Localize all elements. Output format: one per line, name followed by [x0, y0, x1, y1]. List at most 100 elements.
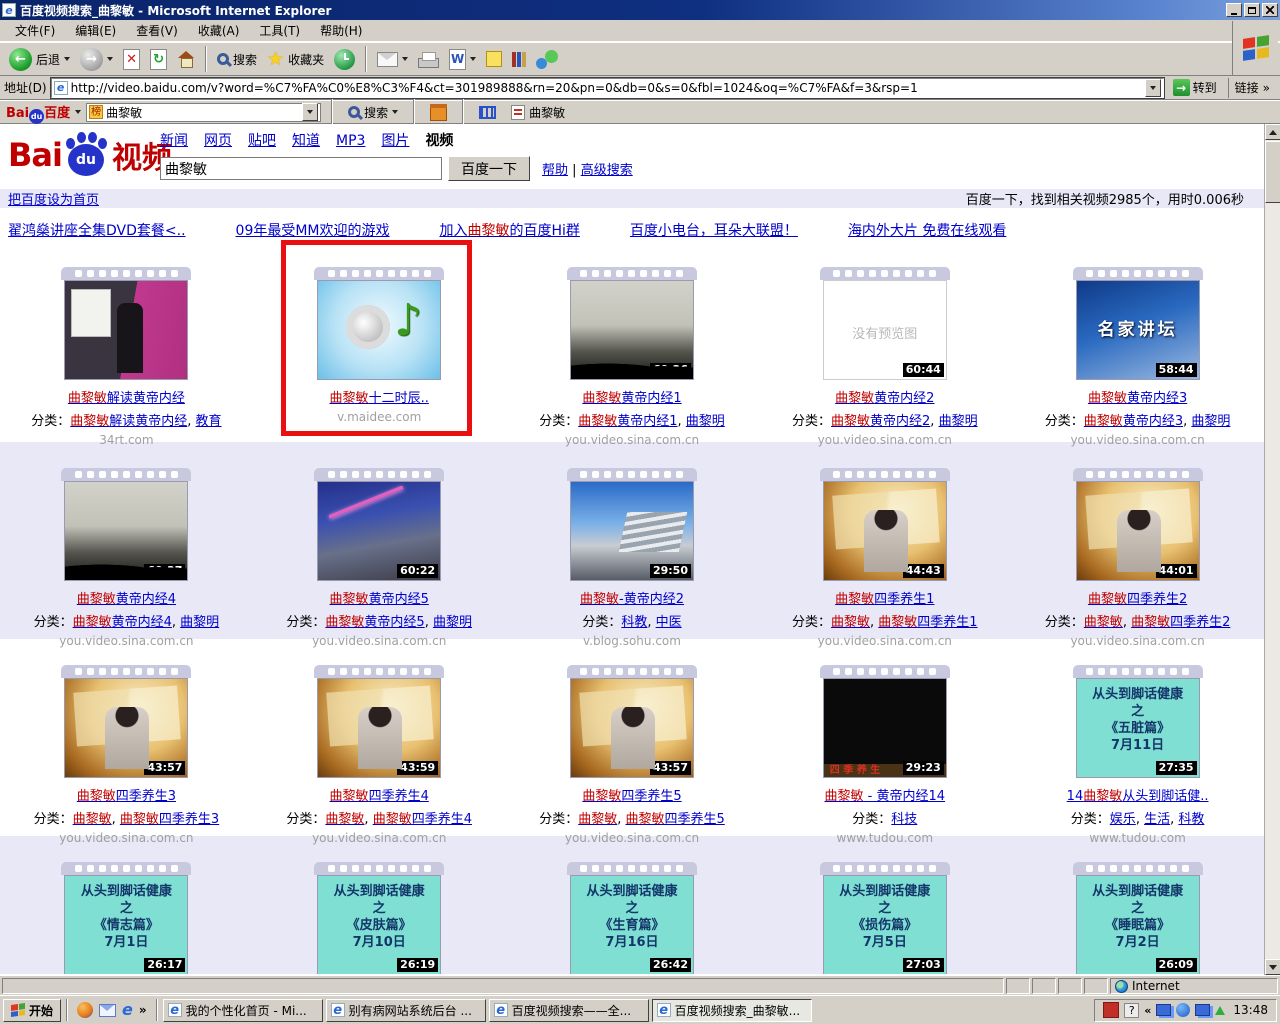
start-button[interactable]: 开始 [3, 999, 61, 1022]
video-thumbnail[interactable]: 44:01 [1076, 481, 1200, 581]
video-title-link[interactable]: 曲黎敏十二时辰.. [330, 387, 429, 406]
messenger-tray-icon[interactable] [1176, 1003, 1190, 1017]
category-link[interactable]: 教育 [196, 414, 222, 429]
sponsored-link[interactable]: 百度小电台，耳朵大联盟！ [630, 220, 798, 241]
category-link[interactable]: 曲黎敏 [73, 812, 112, 827]
category-link[interactable]: 曲黎敏四季养生4 [373, 812, 472, 827]
category-link[interactable]: 曲黎敏 [578, 812, 617, 827]
category-link[interactable]: 曲黎敏黄帝内经4 [73, 615, 172, 630]
taskbar-task[interactable]: 百度视频搜索_曲黎敏... [652, 999, 812, 1022]
menu-item[interactable]: 文件(F) [6, 20, 64, 41]
video-title-link[interactable]: 曲黎敏 - 黄帝内经14 [825, 785, 946, 804]
network-tray-icon[interactable] [1195, 1004, 1210, 1016]
video-thumbnail[interactable]: 44:43 [823, 481, 947, 581]
go-button[interactable]: → 转到 [1168, 78, 1222, 97]
forward-button[interactable]: → [75, 44, 118, 74]
menu-item[interactable]: 编辑(E) [66, 20, 125, 41]
baidu-user-button[interactable]: 曲黎敏 [506, 97, 570, 127]
nav-link-知道[interactable]: 知道 [292, 130, 320, 150]
category-link[interactable]: 曲黎明 [686, 414, 725, 429]
forward-dropdown-icon[interactable] [107, 57, 113, 61]
quick-launch-chevron-icon[interactable] [139, 1003, 147, 1017]
video-title-link[interactable]: 曲黎敏黄帝内经2 [835, 387, 934, 406]
video-title-link[interactable]: 曲黎敏黄帝内经1 [582, 387, 681, 406]
edit-with-word-button[interactable]: W [444, 44, 481, 74]
baidu-toolbar-dropdown[interactable] [302, 103, 318, 121]
menu-item[interactable]: 工具(T) [250, 20, 309, 41]
video-title-link[interactable]: 曲黎敏黄帝内经5 [330, 588, 429, 607]
scrollbar-thumb[interactable] [1265, 141, 1280, 203]
category-link[interactable]: 曲黎敏黄帝内经2 [831, 414, 930, 429]
nav-link-网页[interactable]: 网页 [204, 130, 232, 150]
favorites-button[interactable]: ★ 收藏夹 [262, 44, 329, 74]
edit-dropdown-icon[interactable] [470, 57, 476, 61]
home-button[interactable] [172, 44, 200, 74]
mail-dropdown-icon[interactable] [402, 57, 408, 61]
video-thumbnail[interactable] [64, 280, 188, 380]
category-link[interactable]: 曲黎敏四季养生3 [120, 812, 219, 827]
category-link[interactable]: 生活 [1144, 812, 1170, 827]
category-link[interactable]: 曲黎明 [433, 615, 472, 630]
video-thumbnail[interactable]: 从头到脚话健康之《损伤篇》7月5日27:03 [823, 875, 947, 974]
video-title-link[interactable]: 曲黎敏四季养生1 [835, 588, 934, 607]
video-title-link[interactable]: 曲黎敏四季养生3 [77, 785, 176, 804]
nav-link-贴吧[interactable]: 贴吧 [248, 130, 276, 150]
menu-item[interactable]: 收藏(A) [189, 20, 249, 41]
nav-link-新闻[interactable]: 新闻 [160, 130, 188, 150]
video-thumbnail[interactable]: 从头到脚话健康之《五脏篇》7月11日27:35 [1076, 678, 1200, 778]
video-title-link[interactable]: 曲黎敏黄帝内经4 [77, 588, 176, 607]
video-thumbnail[interactable]: 从头到脚话健康之《皮肤篇》7月10日26:19 [317, 875, 441, 974]
category-link[interactable]: 科技 [891, 812, 917, 827]
nav-link-视频[interactable]: 视频 [425, 130, 453, 150]
research-button[interactable] [507, 44, 531, 74]
sponsored-link[interactable]: 翟鸿燊讲座全集DVD套餐<.. [8, 220, 186, 241]
sponsored-link[interactable]: 09年最受MM欢迎的游戏 [236, 220, 390, 241]
search-button[interactable]: 搜索 [212, 44, 262, 74]
baidu-video-button[interactable] [474, 97, 501, 127]
video-thumbnail[interactable]: 四 季 养 生29:23 [823, 678, 947, 778]
update-tray-icon[interactable] [1215, 1001, 1225, 1015]
video-thumbnail[interactable]: 29:50 [570, 481, 694, 581]
baidu-toolbar-search-button[interactable]: 搜索 [343, 97, 403, 127]
video-thumbnail[interactable]: 从头到脚话健康之《生育篇》7月16日26:42 [570, 875, 694, 974]
baidu-toolbar-logo[interactable]: Bai du 百度 [6, 102, 70, 122]
baidu-gift-button[interactable] [425, 97, 452, 127]
restore-button[interactable] [1244, 3, 1260, 17]
video-thumbnail[interactable]: 从头到脚话健康之《情志篇》7月1日26:17 [64, 875, 188, 974]
nav-link-图片[interactable]: 图片 [381, 130, 409, 150]
category-link[interactable]: 科教 [1178, 812, 1204, 827]
refresh-button[interactable]: ↻ [145, 44, 172, 74]
category-link[interactable]: 科教 [621, 615, 647, 630]
messenger-button[interactable] [531, 44, 563, 74]
taskbar-task[interactable]: 我的个性化首页 - Mi... [163, 999, 323, 1022]
category-link[interactable]: 曲黎明 [180, 615, 219, 630]
address-input[interactable] [71, 81, 1142, 95]
scroll-up-button[interactable] [1265, 124, 1280, 140]
print-button[interactable] [413, 44, 444, 74]
menu-item[interactable]: 查看(V) [127, 20, 187, 41]
sponsored-link[interactable]: 海内外大片 免费在线观看 [848, 220, 1006, 241]
video-title-link[interactable]: 曲黎敏-黄帝内经2 [580, 588, 684, 607]
video-title-link[interactable]: 14曲黎敏从头到脚话健.. [1067, 785, 1209, 804]
category-link[interactable]: 曲黎明 [939, 414, 978, 429]
menu-item[interactable]: 帮助(H) [311, 20, 371, 41]
minimize-button[interactable] [1226, 3, 1242, 17]
ie-icon[interactable] [122, 1002, 133, 1018]
video-title-link[interactable]: 曲黎敏黄帝内经3 [1088, 387, 1187, 406]
category-link[interactable]: 曲黎敏解读黄帝内经 [70, 414, 187, 429]
video-title-link[interactable]: 曲黎敏解读黄帝内经 [68, 387, 185, 406]
tray-chevron-icon[interactable] [1144, 1004, 1151, 1017]
baidu-logo-dropdown-icon[interactable] [75, 110, 81, 114]
back-button[interactable]: ← 后退 [4, 44, 75, 74]
video-thumbnail[interactable]: 43:57 [570, 678, 694, 778]
category-link[interactable]: 曲黎敏四季养生1 [878, 615, 977, 630]
video-title-link[interactable]: 曲黎敏四季养生5 [582, 785, 681, 804]
history-button[interactable] [329, 44, 360, 74]
close-button[interactable] [1262, 3, 1278, 17]
discuss-button[interactable] [481, 44, 507, 74]
category-link[interactable]: 曲黎敏 [831, 615, 870, 630]
video-thumbnail[interactable]: 43:57 [64, 678, 188, 778]
category-link[interactable]: 曲黎敏 [1084, 615, 1123, 630]
vertical-scrollbar[interactable] [1264, 124, 1280, 975]
taskbar-task[interactable]: 百度视频搜索——全... [489, 999, 649, 1022]
